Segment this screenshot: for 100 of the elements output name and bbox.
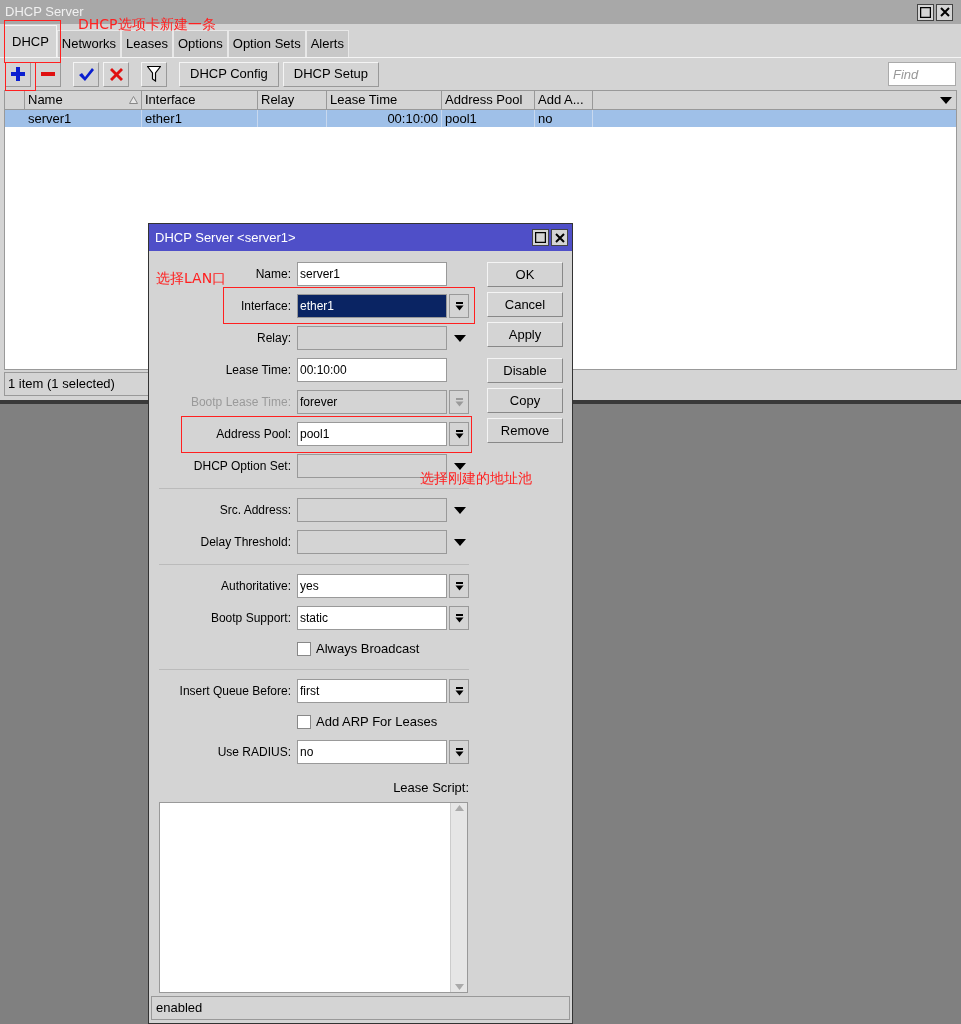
scroll-down-icon (454, 983, 464, 990)
dropdown-button[interactable] (449, 294, 469, 318)
column-header[interactable]: Lease Time (327, 91, 442, 109)
field-label: Lease Script: (393, 779, 469, 797)
checkbox-box[interactable] (297, 641, 311, 656)
field-label: Bootp Lease Time: (190, 394, 291, 411)
column-header[interactable]: Add A... (535, 91, 593, 109)
dropdown-field[interactable] (297, 498, 447, 522)
filter-button[interactable] (141, 61, 167, 87)
field-label: DHCP Option Set: (193, 458, 291, 475)
close-icon (554, 232, 565, 243)
column-header[interactable]: Name (25, 91, 142, 109)
dialog-button[interactable]: OK (487, 262, 563, 287)
field-label: Relay: (257, 330, 291, 347)
toolbar-button[interactable]: DHCP Setup (282, 61, 379, 87)
dialog-button[interactable]: Apply (487, 322, 563, 347)
field-label: Interface: (240, 298, 291, 315)
dropdown-arrow-icon (454, 462, 466, 470)
combo-field[interactable]: pool1 (297, 422, 447, 446)
maximize-icon (535, 232, 546, 243)
table-cell-text: no (538, 109, 553, 128)
checkbox-box[interactable] (297, 714, 311, 729)
dropdown-arrow-icon (454, 686, 464, 696)
column-header[interactable]: Interface (142, 91, 258, 109)
tab[interactable]: Alerts (305, 30, 349, 57)
toolbar-button[interactable]: DHCP Config (179, 61, 279, 87)
field-label: Delay Threshold: (200, 534, 291, 551)
tab[interactable]: Option Sets (227, 30, 306, 57)
plus-icon (11, 67, 25, 81)
cross-icon (109, 67, 123, 81)
dropdown-field[interactable] (297, 326, 447, 350)
combo-field[interactable]: first (297, 679, 447, 703)
checkbox[interactable]: Always Broadcast (297, 638, 420, 659)
tab[interactable]: Options (172, 30, 228, 57)
find-field[interactable]: Find (888, 62, 956, 86)
close-icon (939, 7, 950, 17)
maximize-button[interactable] (532, 229, 549, 246)
field-label: Insert Queue Before: (179, 683, 291, 700)
column-header[interactable]: Address Pool (442, 91, 535, 109)
annotation-text: 选择刚建的地址池 (420, 469, 532, 488)
close-button[interactable] (551, 229, 568, 246)
field-label: Name: (255, 266, 291, 283)
dialog-button[interactable]: Remove (487, 418, 563, 443)
combo-field[interactable]: no (297, 740, 447, 764)
status-bar: 1 item (1 selected) (4, 372, 149, 396)
remove-button[interactable] (35, 61, 61, 87)
field-label: Use RADIUS: (217, 744, 291, 761)
field-label: Authoritative: (220, 578, 291, 595)
enable-button[interactable] (73, 61, 99, 87)
dropdown-arrow-icon (454, 429, 464, 439)
scroll-up-icon (454, 804, 464, 811)
combo-field[interactable]: yes (297, 574, 447, 598)
tab[interactable]: DHCP (4, 25, 57, 57)
input-field[interactable]: 00:10:00 (297, 358, 447, 382)
table-cell-text: ether1 (145, 109, 182, 128)
table-cell-text: pool1 (445, 109, 477, 128)
dropdown-arrow-icon (454, 301, 464, 311)
checkbox[interactable]: Add ARP For Leases (297, 711, 438, 732)
dropdown-button[interactable] (449, 740, 469, 764)
dialog-button[interactable]: Disable (487, 358, 563, 383)
dialog-status-bar: enabled (151, 996, 570, 1020)
combo-field[interactable]: static (297, 606, 447, 630)
dropdown-arrow-icon (454, 613, 464, 623)
dialog-button[interactable]: Cancel (487, 292, 563, 317)
checkmark-icon (78, 67, 94, 81)
dropdown-button[interactable] (449, 574, 469, 598)
table-row[interactable]: server1 ether1 00:10:00 pool1 no (5, 110, 956, 127)
close-button[interactable] (936, 3, 953, 21)
dropdown-arrow-icon (940, 96, 952, 104)
scrollbar[interactable] (450, 802, 467, 992)
dialog-title: DHCP Server <server1> (155, 228, 296, 247)
annotation-text: 选择LAN口 (156, 269, 227, 288)
tab[interactable]: Networks (56, 30, 122, 57)
field-label: Src. Address: (219, 502, 291, 519)
dialog-button[interactable]: Copy (487, 388, 563, 413)
add-button[interactable] (5, 61, 31, 87)
dropdown-field[interactable] (297, 530, 447, 554)
tab[interactable]: Leases (121, 30, 173, 57)
input-field[interactable]: server1 (297, 262, 447, 286)
dropdown-arrow-icon (454, 538, 466, 546)
sort-arrow-icon (129, 96, 138, 104)
maximize-button[interactable] (917, 3, 934, 21)
dropdown-button[interactable] (449, 606, 469, 630)
dropdown-arrow-icon (454, 747, 464, 757)
dropdown-arrow-icon (454, 506, 466, 514)
filter-icon (147, 66, 161, 82)
maximize-icon (920, 6, 931, 18)
column-header[interactable]: Relay (258, 91, 327, 109)
disable-button[interactable] (103, 61, 129, 87)
dropdown-button[interactable] (449, 679, 469, 703)
combo-field[interactable]: ether1 (297, 294, 447, 318)
dropdown-button[interactable] (449, 422, 469, 446)
dropdown-arrow-icon (454, 581, 464, 591)
field-label: Lease Time: (225, 362, 291, 379)
table-cell-text: server1 (28, 109, 72, 128)
field-label: Address Pool: (216, 426, 291, 443)
dropdown-arrow-icon (454, 397, 464, 407)
dropdown-arrow-icon (454, 334, 466, 342)
table-cell-text: 00:10:00 (387, 109, 438, 128)
field-label: Bootp Support: (210, 610, 291, 627)
